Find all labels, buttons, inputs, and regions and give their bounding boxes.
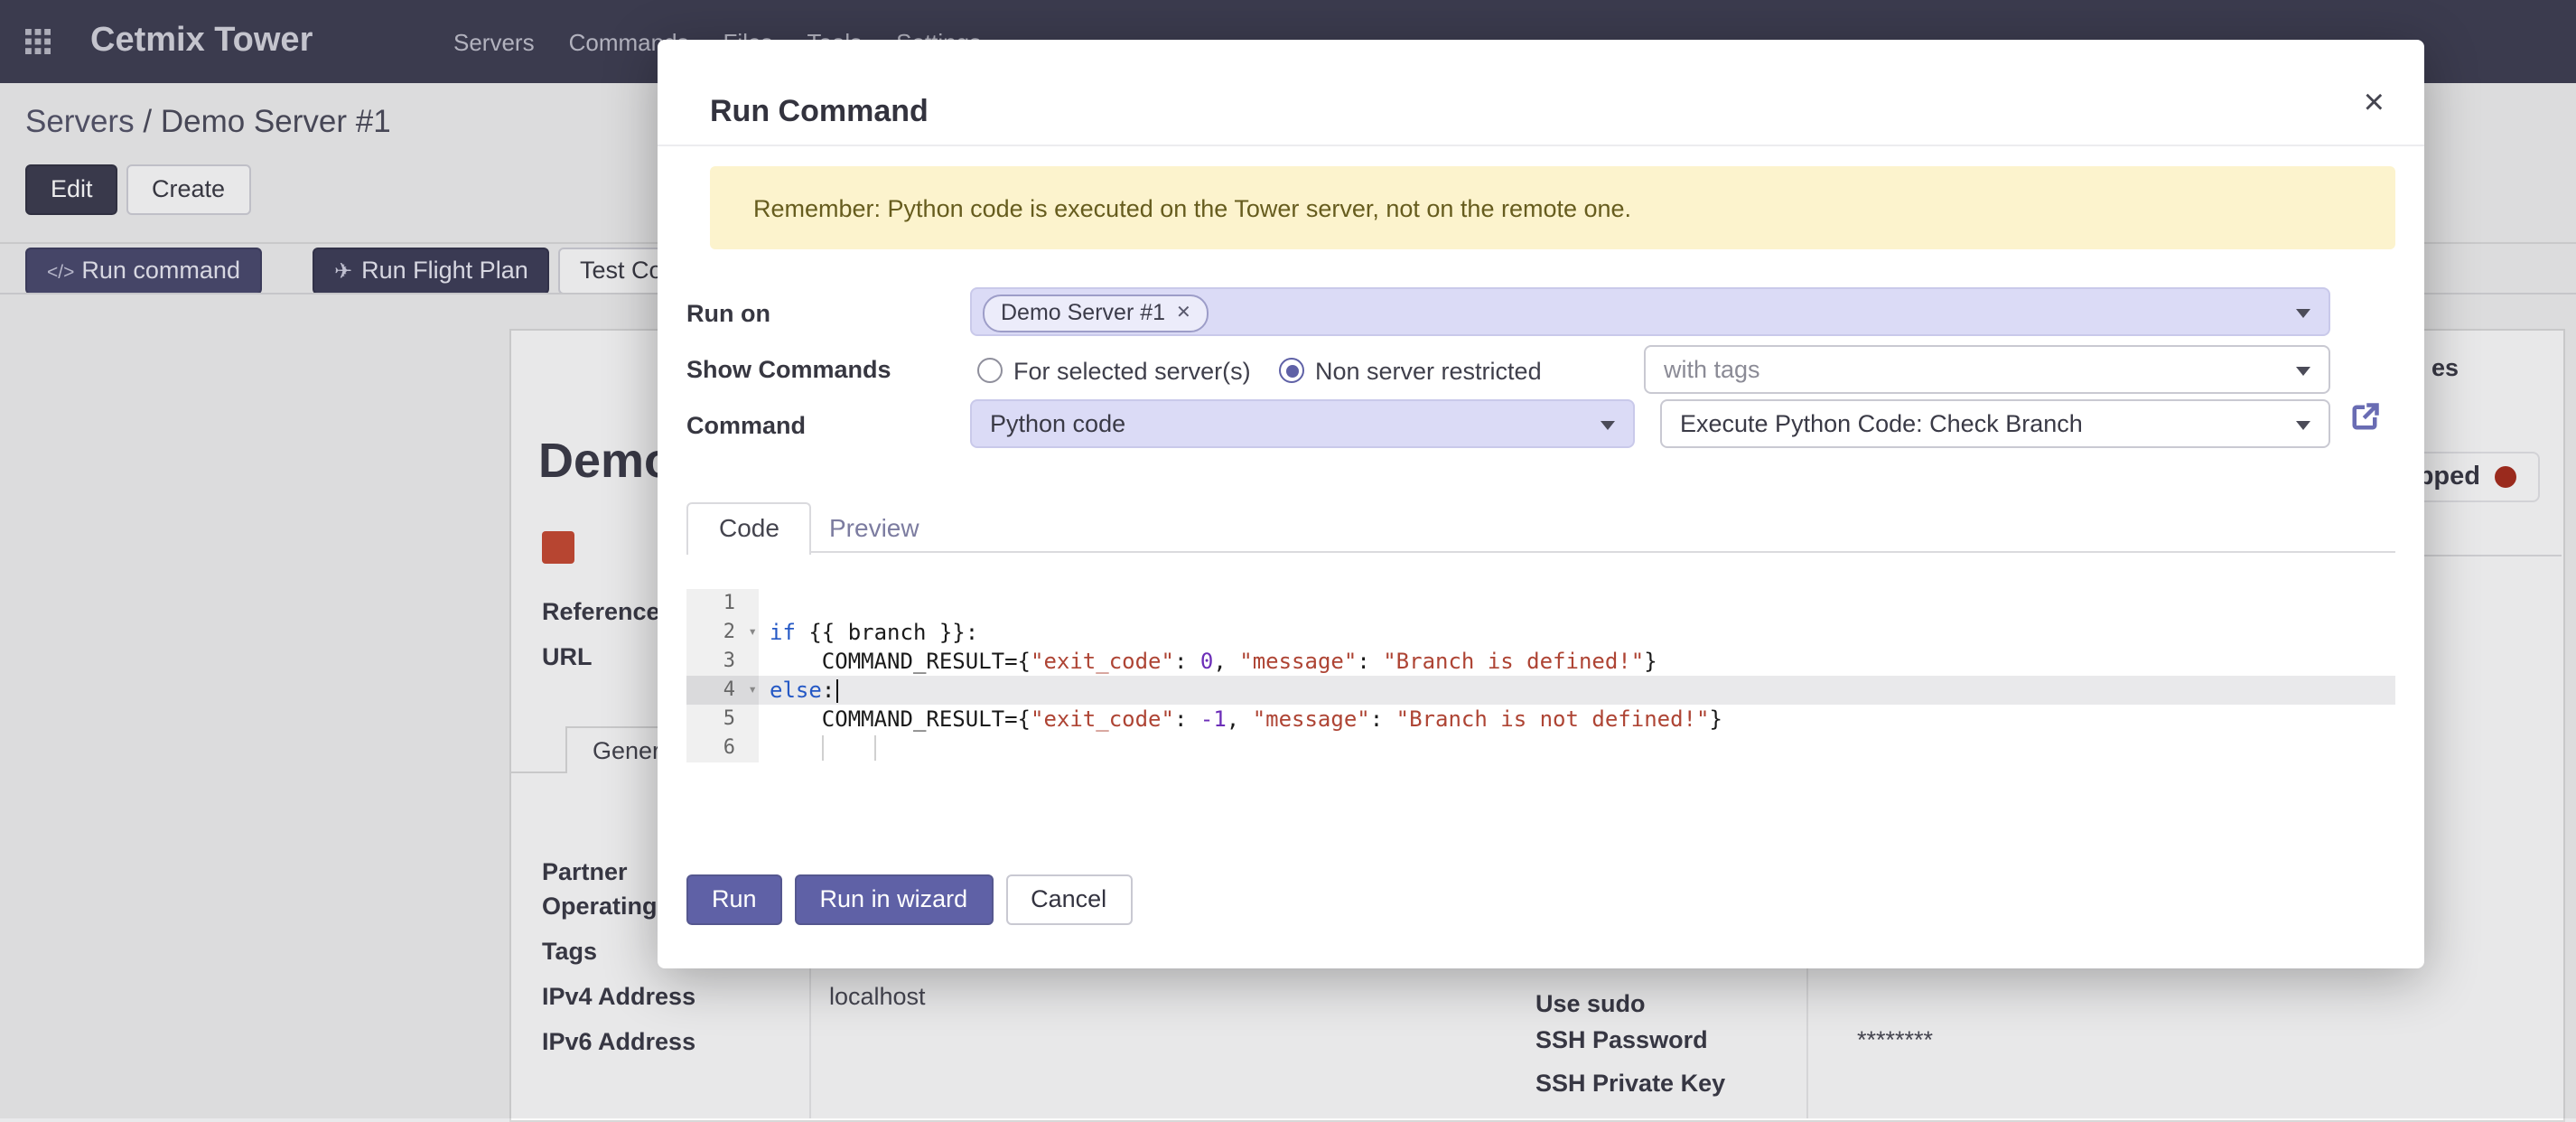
url-label: URL — [542, 643, 593, 670]
radio-non-server-restricted-label[interactable]: Non server restricted — [1315, 358, 1542, 385]
chevron-down-icon — [1601, 421, 1615, 430]
run-on-field[interactable]: Demo Server #1 ✕ — [970, 287, 2330, 336]
command-type-value: Python code — [990, 401, 1125, 446]
clipped-stat-text: es — [2431, 354, 2459, 381]
chevron-down-icon — [2296, 421, 2310, 430]
external-link-icon[interactable] — [2348, 401, 2381, 434]
with-tags-placeholder: with tags — [1664, 347, 1760, 392]
chevron-down-icon — [2296, 367, 2310, 376]
run-command-dialog: Run Command × Remember: Python code is e… — [658, 40, 2424, 968]
ipv4-value: localhost — [829, 983, 926, 1010]
warning-alert-text: Remember: Python code is executed on the… — [753, 194, 1631, 221]
line-number: 1 — [686, 589, 759, 618]
tab-preview[interactable]: Preview — [829, 513, 919, 542]
chevron-down-icon — [2296, 309, 2310, 318]
command-label: Command — [686, 412, 806, 439]
radio-non-server-restricted[interactable] — [1279, 358, 1304, 383]
ssh-password-value: ******** — [1857, 1026, 1933, 1053]
tag-remove-icon[interactable]: ✕ — [1176, 296, 1191, 331]
use-sudo-label: Use sudo — [1535, 990, 1646, 1017]
apps-grid-icon[interactable] — [25, 29, 51, 54]
indent-guide — [874, 735, 876, 761]
code-icon: </> — [47, 262, 74, 284]
close-icon[interactable]: × — [2364, 85, 2385, 121]
ipv6-label: IPv6 Address — [542, 1028, 695, 1055]
create-button[interactable]: Create — [126, 164, 250, 215]
line-number: 4▾ — [686, 676, 759, 705]
partner-label: Partner — [542, 858, 628, 885]
command-value: Execute Python Code: Check Branch — [1680, 401, 2083, 446]
fold-icon[interactable]: ▾ — [748, 618, 757, 647]
command-select[interactable]: Execute Python Code: Check Branch — [1660, 399, 2330, 448]
line-number: 3 — [686, 647, 759, 676]
breadcrumb-servers[interactable]: Servers — [25, 103, 135, 139]
breadcrumb-current: Demo Server #1 — [161, 103, 391, 139]
nav-menu-servers[interactable]: Servers — [453, 28, 535, 55]
warning-alert: Remember: Python code is executed on the… — [710, 166, 2395, 249]
status-dot-icon — [2495, 466, 2516, 488]
divider — [2422, 555, 2562, 556]
app-root: Cetmix Tower Servers Commands Files Tool… — [0, 0, 2576, 1118]
show-commands-label: Show Commands — [686, 356, 891, 383]
radio-selected-servers-label[interactable]: For selected server(s) — [1013, 358, 1251, 385]
with-tags-select[interactable]: with tags — [1644, 345, 2330, 394]
editor-line: 5 COMMAND_RESULT={"exit_code": -1, "mess… — [686, 705, 2395, 734]
server-tag: Demo Server #1 ✕ — [983, 295, 1209, 332]
tags-label: Tags — [542, 938, 597, 965]
tab-code[interactable]: Code — [686, 502, 812, 555]
line-number: 6 — [686, 734, 759, 762]
run-on-label: Run on — [686, 300, 770, 327]
edit-button[interactable]: Edit — [25, 164, 118, 215]
line-number: 5 — [686, 705, 759, 734]
run-command-button[interactable]: </>Run command — [25, 248, 262, 295]
editor-line: 2▾ if {{ branch }}: — [686, 618, 2395, 647]
editor-line: 3 COMMAND_RESULT={"exit_code": 0, "messa… — [686, 647, 2395, 676]
run-in-wizard-button[interactable]: Run in wizard — [795, 874, 994, 925]
tabs-border — [686, 551, 2395, 553]
line-number: 2▾ — [686, 618, 759, 647]
editor-active-line: 4▾ else: — [686, 676, 2395, 705]
breadcrumb: Servers / Demo Server #1 — [25, 103, 391, 141]
app-title: Cetmix Tower — [90, 0, 313, 83]
ipv4-label: IPv4 Address — [542, 983, 695, 1010]
server-tag-label: Demo Server #1 — [1001, 296, 1165, 331]
radio-selected-servers[interactable] — [977, 358, 1003, 383]
cancel-button[interactable]: Cancel — [1005, 874, 1132, 925]
run-flight-plan-button[interactable]: ✈Run Flight Plan — [313, 248, 550, 295]
indent-guide — [822, 735, 824, 761]
server-color-swatch[interactable] — [542, 531, 574, 564]
dialog-footer: Run Run in wizard Cancel — [686, 874, 1132, 925]
fold-icon[interactable]: ▾ — [748, 676, 757, 705]
divider — [658, 145, 2424, 146]
text-cursor — [836, 679, 838, 703]
breadcrumb-slash: / — [143, 103, 152, 139]
dialog-title: Run Command — [710, 94, 929, 130]
reference-label: Reference — [542, 598, 660, 625]
ssh-password-label: SSH Password — [1535, 1026, 1708, 1053]
code-editor[interactable]: 1 2▾ if {{ branch }}: 3 COMMAND_RESULT={… — [686, 589, 2395, 762]
ssh-private-key-label: SSH Private Key — [1535, 1070, 1725, 1097]
editor-line: 6 — [686, 734, 2395, 762]
run-button[interactable]: Run — [686, 874, 782, 925]
editor-line: 1 — [686, 589, 2395, 618]
command-type-select[interactable]: Python code — [970, 399, 1635, 448]
flight-plan-icon: ✈ — [334, 258, 352, 284]
